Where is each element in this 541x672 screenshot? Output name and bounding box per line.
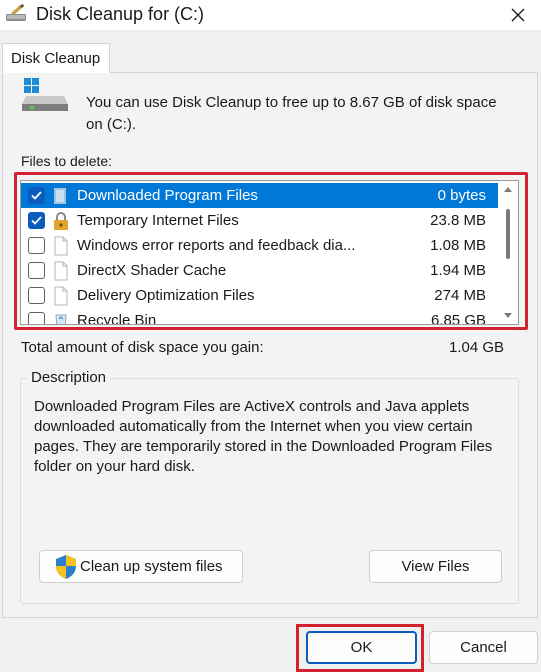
disk-cleanup-app-icon (6, 4, 26, 21)
uac-shield-icon (56, 554, 76, 579)
clean-up-system-files-label: Clean up system files (80, 558, 223, 575)
view-files-button[interactable]: View Files (369, 550, 502, 583)
intro-text: You can use Disk Cleanup to free up to 8… (86, 94, 497, 133)
title-bar: Disk Cleanup for (C:) (0, 0, 541, 30)
total-space-value: 1.04 GB (449, 339, 505, 356)
hard-drive-icon (22, 78, 68, 111)
tab-disk-cleanup[interactable]: Disk Cleanup (2, 43, 110, 73)
description-title: Description (27, 369, 111, 386)
tab-label: Disk Cleanup (11, 50, 101, 67)
clean-up-system-files-button[interactable]: Clean up system files (39, 550, 243, 583)
ok-label: OK (350, 639, 373, 656)
files-to-delete-label: Files to delete: (21, 153, 113, 169)
view-files-label: View Files (401, 558, 470, 575)
description-text: Downloaded Program Files are ActiveX con… (34, 398, 493, 475)
cancel-label: Cancel (460, 639, 507, 656)
window-title: Disk Cleanup for (C:) (36, 4, 205, 24)
highlight-frame-list (14, 172, 528, 330)
ok-button[interactable]: OK (306, 631, 417, 664)
close-icon (511, 8, 525, 22)
close-button[interactable] (495, 0, 541, 30)
cancel-button[interactable]: Cancel (429, 631, 538, 664)
total-space-label: Total amount of disk space you gain: (21, 339, 264, 356)
